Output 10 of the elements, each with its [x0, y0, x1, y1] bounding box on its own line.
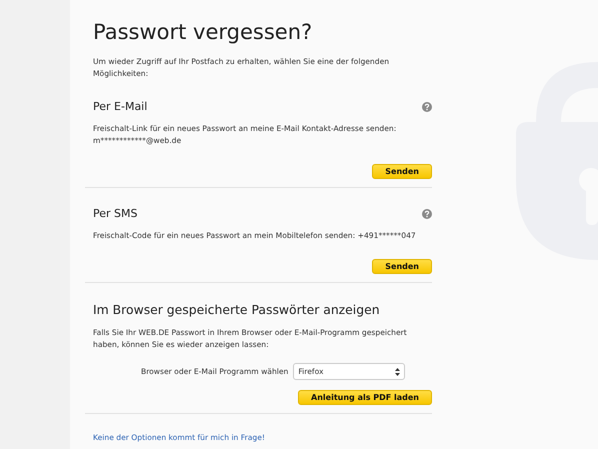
section-heading: Per SMS	[93, 207, 138, 220]
updown-icon	[395, 368, 400, 376]
help-icon[interactable]	[422, 102, 432, 112]
section-heading: Per E-Mail	[93, 100, 148, 113]
action-button[interactable]: Senden	[372, 164, 432, 179]
page-title: Passwort vergessen?	[93, 20, 314, 44]
help-icon[interactable]	[422, 208, 432, 218]
action-button[interactable]: Senden	[372, 259, 432, 274]
section-heading: Im Browser gespeicherte Passwörter anzeigen	[93, 302, 380, 317]
action-button[interactable]: Anleitung als PDF laden	[298, 390, 432, 405]
